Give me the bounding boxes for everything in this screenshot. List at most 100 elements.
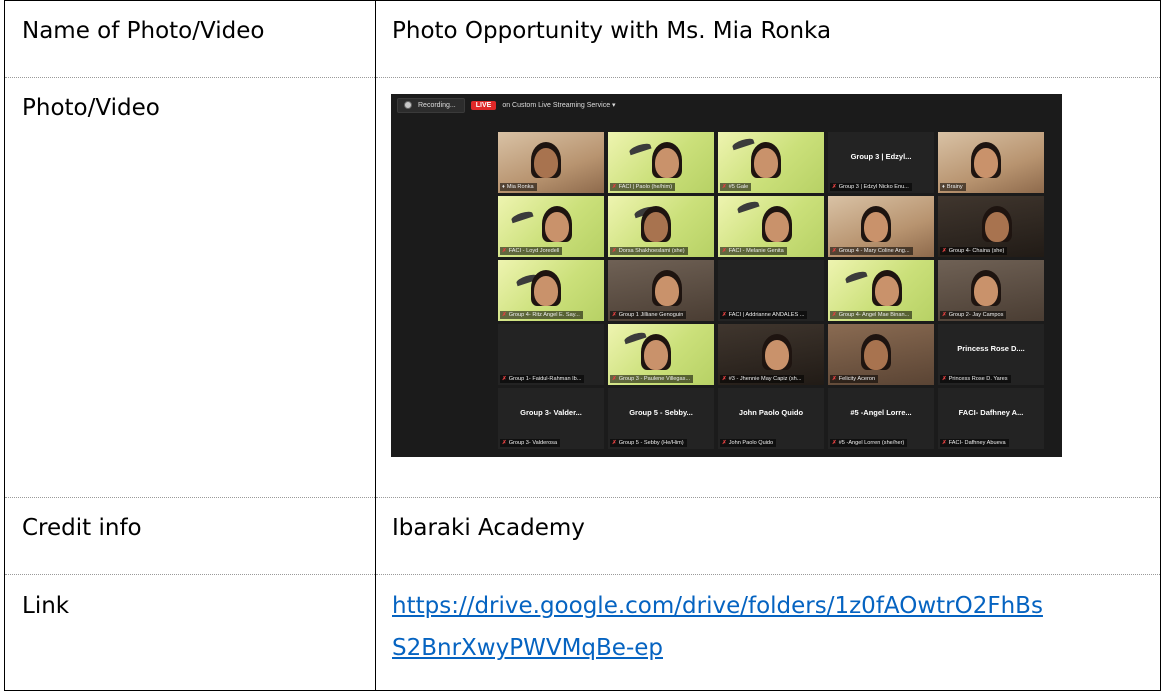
participant-name-label: ✗ FACI - Loyd Joredell (500, 247, 563, 255)
participant-tile: ✗ Group 4 - Mary Coline Ang... (828, 196, 934, 257)
person-face (754, 148, 778, 178)
participant-name-label: ✗ Felicity Aceron (830, 375, 879, 383)
participant-name-label: ✗ #3 - Jhennie May Capiz (sh... (720, 375, 805, 383)
mic-muted-icon: ✗ (722, 184, 727, 190)
participant-display-name: #5 -Angel Lorre... (850, 408, 912, 417)
participant-tile: ♦ Mia Ronka (498, 132, 604, 193)
person-face (655, 276, 679, 306)
value-link: https://drive.google.com/drive/folders/1… (376, 575, 1160, 669)
participant-name-label: ✗ FACI | Paolo (he/him) (610, 183, 676, 191)
participant-name-label: ✗ Group 2- Jay Campos (940, 311, 1007, 319)
participant-name: FACI- Dafhney Abueva (948, 440, 1006, 446)
mic-muted-icon: ✗ (612, 440, 617, 446)
mic-muted-icon: ✗ (502, 440, 507, 446)
value-credit: Ibaraki Academy (392, 515, 585, 541)
stream-label: on Custom Live Streaming Service ▾ (502, 102, 616, 109)
participant-name-label: ✗ Group 4- Ritz Angel E. Say... (500, 311, 583, 319)
table-row-credit: Credit info Ibaraki Academy (4, 497, 1161, 575)
person-face (864, 212, 888, 242)
participant-tile: ✗ FACI | Paolo (he/him) (608, 132, 714, 193)
mic-muted-icon: ✗ (722, 248, 727, 254)
mic-muted-icon: ✗ (942, 312, 947, 318)
meeting-top-bar: Recording... LIVE on Custom Live Streami… (397, 97, 616, 113)
person-face (974, 276, 998, 306)
person-face (765, 340, 789, 370)
mic-muted-icon: ✗ (722, 376, 727, 382)
participant-name: Group 3 | Edzyl Nicko Enu... (838, 184, 909, 190)
participant-name: Group 4- Angel Mae Binan... (838, 312, 910, 318)
participant-name: Group 4- Ritz Angel E. Say... (508, 312, 580, 318)
participant-name-label: ✗ #5 -Angel Lorren (she/her) (830, 439, 908, 447)
participant-name: Brainy (946, 184, 963, 190)
participant-tile: ✗ Dorsa Shakhoeslami (she) (608, 196, 714, 257)
participant-name-label: ✗ John Paolo Quido (720, 439, 777, 447)
participant-tile: ✗ Group 1- Faidul-Rahman Ib... (498, 324, 604, 385)
participant-name-label: ✗ FACI- Dafhney Abueva (940, 439, 1009, 447)
drive-link-line1[interactable]: https://drive.google.com/drive/folders/1… (392, 593, 1043, 619)
participant-name: Group 1 Jilliane Genoguin (618, 312, 684, 318)
participant-name-label: ♦ Mia Ronka (500, 183, 537, 191)
person-face (534, 276, 558, 306)
mic-muted-icon: ✗ (942, 440, 947, 446)
participant-display-name: Princess Rose D.... (957, 344, 1025, 353)
participant-tile: ✗ Group 4- Angel Mae Binan... (828, 260, 934, 321)
bird-graphic (844, 269, 868, 284)
drive-link-line2[interactable]: S2BnrXwyPWVMqBe-ep (392, 635, 663, 661)
participant-tile: ✗ FACI - Melanie Genita (718, 196, 824, 257)
person-face (644, 212, 668, 242)
participant-display-name: Group 3 | Edzyl... (850, 152, 912, 161)
participant-name-label: ✗ Group 3- Valderosa (500, 439, 561, 447)
participant-tile: Group 3- Valder... ✗ Group 3- Valderosa (498, 388, 604, 449)
person-face (985, 212, 1009, 242)
bird-graphic (510, 209, 534, 224)
participant-name-label: ✗ Princess Rose D. Yares (940, 375, 1011, 383)
participant-name: #5 -Angel Lorren (she/her) (838, 440, 905, 446)
participant-tile: ✗ #3 - Jhennie May Capiz (sh... (718, 324, 824, 385)
participant-display-name: John Paolo Quido (738, 408, 804, 417)
mic-muted-icon: ✗ (832, 440, 837, 446)
mic-muted-icon: ✗ (832, 376, 837, 382)
participant-name: Felicity Aceron (838, 376, 876, 382)
person-face (974, 148, 998, 178)
meeting-screenshot: Recording... LIVE on Custom Live Streami… (391, 94, 1062, 457)
label-photo: Photo/Video (22, 95, 160, 121)
mic-muted-icon: ✗ (502, 248, 507, 254)
participant-name: #5 Gale (728, 184, 749, 190)
participant-tile: John Paolo Quido ✗ John Paolo Quido (718, 388, 824, 449)
label-name: Name of Photo/Video (22, 18, 265, 44)
table-row-link: Link https://drive.google.com/drive/fold… (4, 574, 1161, 691)
recording-indicator: Recording... (397, 97, 465, 113)
mic-muted-icon: ✗ (612, 184, 617, 190)
participant-name: John Paolo Quido (728, 440, 774, 446)
mic-muted-icon: ✗ (832, 312, 837, 318)
label-link: Link (22, 593, 70, 619)
mic-muted-icon: ✗ (942, 376, 947, 382)
participant-tile: ✗ Group 1 Jilliane Genoguin (608, 260, 714, 321)
participant-name: FACI | Paolo (he/him) (618, 184, 673, 190)
participant-name: FACI - Loyd Joredell (508, 248, 560, 254)
participant-display-name: FACI- Dafhney A... (958, 408, 1024, 417)
value-name: Photo Opportunity with Ms. Mia Ronka (392, 18, 832, 44)
participant-name: Group 3- Valderosa (508, 440, 558, 446)
bird-graphic (736, 199, 760, 214)
participant-tile: ✗ FACI - Loyd Joredell (498, 196, 604, 257)
participant-display-name: Group 5 - Sebby... (629, 408, 693, 417)
mic-icon: ♦ (502, 184, 505, 190)
participant-name-label: ✗ Group 4- Chaina (she) (940, 247, 1008, 255)
mic-muted-icon: ✗ (722, 312, 727, 318)
mic-icon: ♦ (942, 184, 945, 190)
participant-tile: ✗ Group 2- Jay Campos (938, 260, 1044, 321)
person-face (534, 148, 558, 178)
participant-tile: ✗ Group 4- Chaina (she) (938, 196, 1044, 257)
recording-label: Recording... (418, 101, 456, 109)
participant-name-label: ✗ Dorsa Shakhoeslami (she) (610, 247, 688, 255)
participant-grid: ♦ Mia Ronka ✗ FACI | Paolo (he/him) ✗ #5 Gale… (498, 132, 1044, 449)
record-icon (404, 101, 412, 109)
participant-name-label: ✗ Group 4- Angel Mae Binan... (830, 311, 913, 319)
mic-muted-icon: ✗ (612, 312, 617, 318)
participant-name-label: ✗ FACI | Addrianne ANDALES ... (720, 311, 808, 319)
participant-name: FACI | Addrianne ANDALES ... (728, 312, 805, 318)
participant-tile: ✗ Group 3 - Paulene Villegas... (608, 324, 714, 385)
participant-name-label: ♦ Brainy (940, 183, 966, 191)
participant-name: #3 - Jhennie May Capiz (sh... (728, 376, 802, 382)
